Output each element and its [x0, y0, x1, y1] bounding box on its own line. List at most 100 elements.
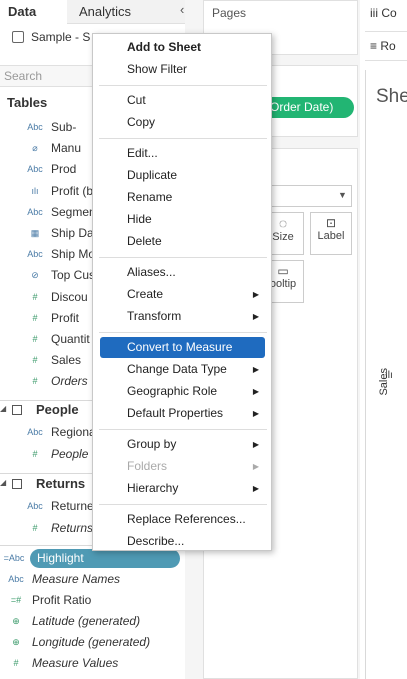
field-type-icon: Abc — [27, 501, 43, 511]
menu-item-rename[interactable]: Rename — [100, 187, 265, 208]
menu-item-label: Edit... — [127, 146, 158, 160]
expand-returns-icon[interactable]: ◢ — [0, 478, 6, 487]
submenu-arrow-icon: ▶ — [252, 440, 259, 449]
menu-item-delete[interactable]: Delete — [100, 231, 265, 252]
menu-item-label: Default Properties — [127, 406, 224, 420]
field-label: Orders — [51, 374, 88, 389]
field-type-icon: Abc — [27, 249, 43, 260]
menu-item-describe[interactable]: Describe... — [100, 531, 265, 552]
menu-item-replace-references[interactable]: Replace References... — [100, 509, 265, 530]
menu-item-label: Describe... — [127, 534, 185, 548]
field-type-icon: ⊕ — [12, 616, 20, 626]
menu-item-label: Hierarchy — [127, 481, 179, 495]
field-label: Regiona — [51, 425, 96, 439]
menu-item-label: Folders — [127, 459, 168, 473]
field-label: Returns — [51, 521, 94, 535]
menu-item-convert-to-measure[interactable]: Convert to Measure — [100, 337, 265, 358]
menu-item-label: Add to Sheet — [127, 40, 201, 54]
menu-item-default-properties[interactable]: Default Properties ▶ — [100, 403, 265, 424]
menu-item-show-filter[interactable]: Show Filter — [100, 59, 265, 80]
field-type-icon: # — [32, 523, 38, 533]
submenu-arrow-icon: ▶ — [252, 365, 259, 374]
columns-shelf[interactable]: iii Co — [365, 0, 407, 32]
menu-item-folders: Folders ▶ — [100, 456, 265, 477]
tables-header: Tables — [7, 95, 48, 110]
menu-item-cut[interactable]: Cut — [100, 90, 265, 111]
returns-header[interactable]: Returns — [36, 474, 85, 494]
tab-analytics[interactable]: Analytics — [67, 0, 167, 24]
field-label: Profit Ratio — [32, 593, 92, 607]
rows-shelf[interactable]: ≡ Ro — [365, 33, 407, 61]
field-type-icon: # — [32, 376, 38, 387]
field-label: Ship Da — [51, 226, 94, 240]
datasource-name[interactable]: Sample - S — [31, 30, 90, 44]
menu-item-aliases[interactable]: Aliases... — [100, 262, 265, 283]
field-label: Manu — [51, 141, 82, 156]
field-type-icon: ⊘ — [31, 270, 39, 281]
field-label: Sales — [51, 353, 82, 368]
submenu-arrow-icon: ▶ — [252, 462, 259, 471]
datasource-icon — [12, 31, 24, 43]
divider — [365, 70, 366, 679]
menu-item-label: Change Data Type — [127, 362, 227, 376]
menu-separator — [99, 504, 267, 505]
rows-icon: ≡ — [370, 39, 378, 53]
field-type-icon: Abc — [27, 206, 43, 217]
menu-item-create[interactable]: Create ▶ — [100, 284, 265, 305]
field-label: Measure Names — [32, 572, 121, 586]
field-label: Ship Mo — [51, 247, 96, 262]
field-label: Top Cus — [51, 268, 96, 283]
field-type-icon: # — [32, 449, 38, 459]
field-type-icon: =# — [10, 595, 22, 605]
context-menu: Add to Sheet Show Filter Cut Copy Edit... Dup… — [92, 33, 272, 551]
submenu-arrow-icon: ▶ — [252, 387, 259, 396]
columns-label: Co — [381, 6, 397, 20]
field-label: People — [51, 447, 89, 461]
menu-item-label: Transform — [127, 309, 182, 323]
menu-separator — [99, 85, 267, 86]
submenu-arrow-icon: ▶ — [252, 484, 259, 493]
menu-item-label: Geographic Role — [127, 384, 218, 398]
field-type-icon: Abc — [27, 164, 43, 175]
tab-data[interactable]: Data — [0, 0, 67, 24]
field-type-icon: # — [32, 291, 38, 302]
menu-item-hierarchy[interactable]: Hierarchy ▶ — [100, 478, 265, 499]
menu-item-copy[interactable]: Copy — [100, 112, 265, 133]
menu-item-duplicate[interactable]: Duplicate — [100, 165, 265, 186]
menu-item-transform[interactable]: Transform ▶ — [100, 306, 265, 327]
field-type-icon: ▦ — [30, 228, 40, 238]
menu-item-label: Hide — [127, 212, 152, 226]
menu-item-label: Show Filter — [127, 62, 188, 76]
field-type-icon: =Abc — [3, 553, 25, 563]
label-button[interactable]: ⊡ Label — [310, 212, 352, 255]
people-header[interactable]: People — [36, 400, 79, 420]
field-type-icon: ⊕ — [12, 637, 20, 647]
field-label: Segmen — [51, 204, 96, 219]
menu-item-hide[interactable]: Hide — [100, 209, 265, 230]
menu-item-label: Copy — [127, 115, 156, 129]
field-label: Profit (b — [51, 183, 94, 198]
menu-item-edit[interactable]: Edit... — [100, 143, 265, 164]
menu-item-label: Create — [127, 287, 164, 301]
field-label: Prod — [51, 162, 77, 177]
menu-item-geographic-role[interactable]: Geographic Role ▶ — [100, 381, 265, 402]
expand-people-icon[interactable]: ◢ — [0, 404, 6, 413]
field-type-icon: # — [32, 334, 38, 344]
menu-separator — [99, 332, 267, 333]
menu-item-label: Cut — [127, 93, 146, 107]
menu-item-add-to-sheet[interactable]: Add to Sheet — [100, 37, 265, 58]
order-date-filter-pill[interactable]: Order Date) — [262, 97, 354, 118]
menu-item-group-by[interactable]: Group by ▶ — [100, 434, 265, 455]
menu-item-label: Rename — [127, 190, 173, 204]
field-type-icon: Abc — [27, 122, 43, 132]
collapse-pane-icon[interactable]: ‹ — [180, 2, 184, 17]
field-label: Latitude (generated) — [32, 614, 141, 628]
sheet-title[interactable]: She — [376, 86, 407, 108]
field-label: Discou — [51, 289, 88, 304]
menu-item-label: Convert to Measure — [127, 340, 233, 354]
menu-item-label: Group by — [127, 437, 177, 451]
rows-label: Ro — [380, 39, 396, 53]
menu-separator — [99, 429, 267, 430]
field-type-icon: ⌀ — [32, 143, 38, 154]
menu-item-change-data-type[interactable]: Change Data Type ▶ — [100, 359, 265, 380]
